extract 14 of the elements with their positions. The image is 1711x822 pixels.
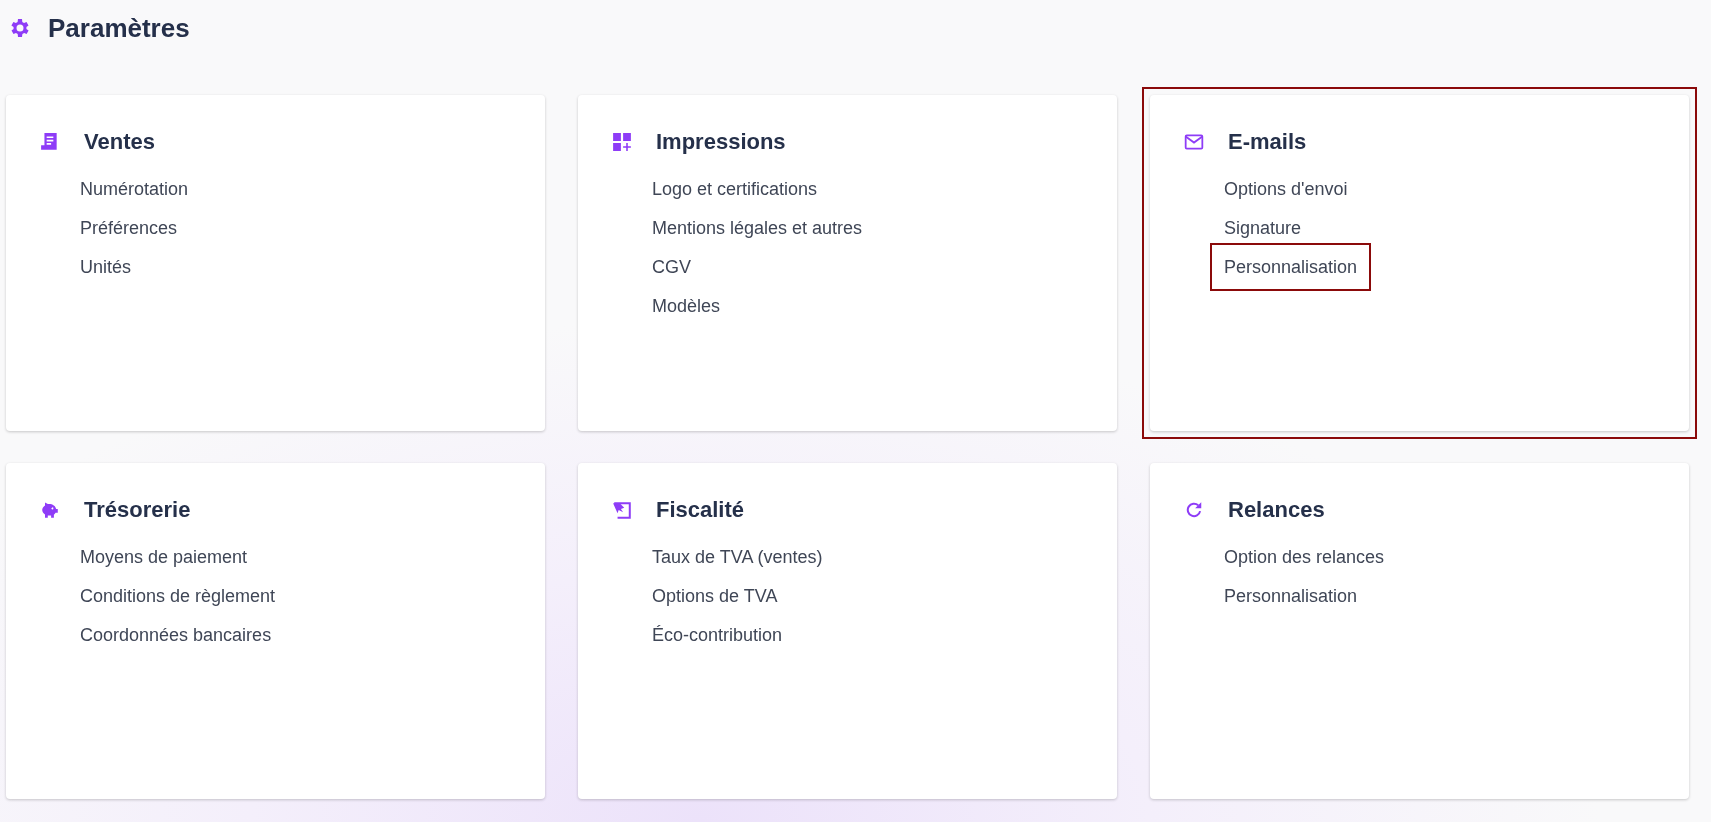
- settings-link[interactable]: Personnalisation: [1210, 243, 1372, 291]
- page-title: Paramètres: [48, 12, 190, 44]
- document-icon: [612, 500, 632, 520]
- card-title: Relances: [1228, 497, 1325, 523]
- card-title: E-mails: [1228, 129, 1307, 155]
- piggy-bank-icon: [40, 500, 60, 520]
- receipt-icon: [40, 132, 60, 152]
- refresh-icon: [1184, 500, 1204, 520]
- card-title: Ventes: [84, 129, 155, 155]
- card-title: Impressions: [656, 129, 786, 155]
- grid-plus-icon: [612, 132, 632, 152]
- card-title: Trésorerie: [84, 497, 191, 523]
- card-title: Fiscalité: [656, 497, 745, 523]
- mail-icon: [1184, 132, 1204, 152]
